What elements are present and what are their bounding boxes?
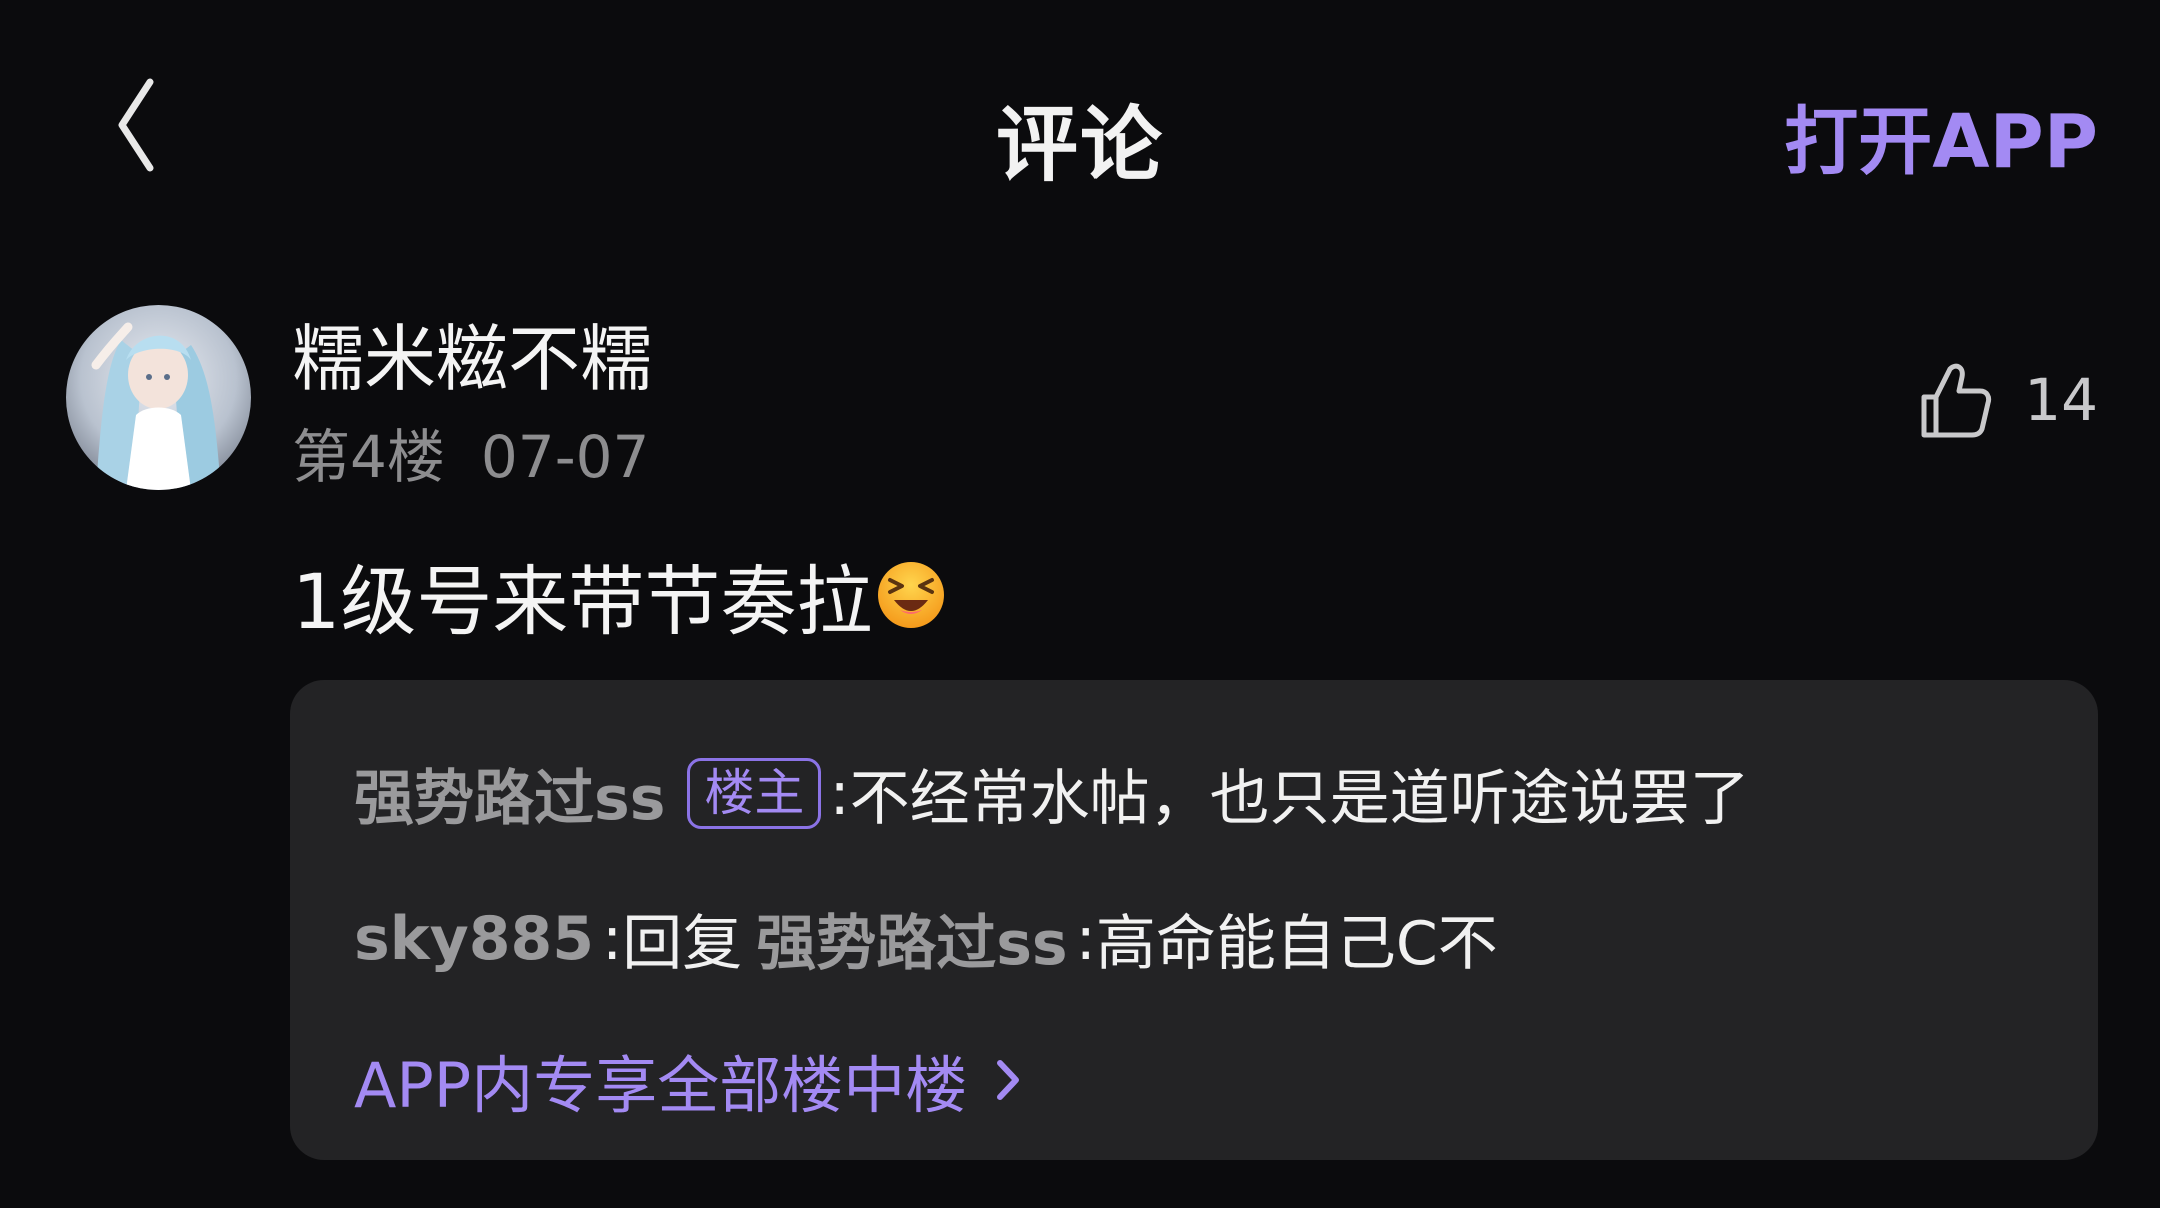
reply-author[interactable]: sky885 [354,904,594,974]
reply-item[interactable]: 强势路过ss 楼主 : 不经常水帖，也只是道听途说罢了 [354,750,1750,837]
reply-item[interactable]: sky885 : 回复 强势路过ss : 高命能自己C不 [354,895,1498,982]
reply-text: 不经常水帖，也只是道听途说罢了 [849,764,1750,834]
grinning-squint-emoji-icon [876,560,946,630]
reply-separator: : [829,758,850,829]
reply-to-author[interactable]: 强势路过ss [756,895,1067,982]
comment-meta: 第4楼 07-07 [292,410,649,494]
comment-username[interactable]: 糯米糍不糯 [292,300,652,405]
open-app-button[interactable]: 打开APP [1784,82,2098,189]
reply-separator: : [1075,903,1096,974]
like-count: 14 [2024,366,2098,434]
reply-author[interactable]: 强势路过ss [354,750,665,837]
comment-screen: 评论 打开APP 糯米糍不糯 第4楼 07-07 14 1级号来带节奏拉 强势路… [0,0,2160,1208]
thumbs-up-icon [1921,363,1992,438]
reply-word: 回复 [622,909,743,979]
avatar[interactable] [66,305,251,490]
comment-date: 07-07 [480,423,650,491]
view-all-replies-label: APP内专享全部楼中楼 [354,1049,968,1122]
comment-body: 1级号来带节奏拉 [292,540,946,650]
op-badge: 楼主 [687,757,822,830]
reply-text: 高命能自己C不 [1095,909,1498,979]
reply-separator: : [601,903,623,974]
floor-number: 第4楼 [292,423,445,491]
view-all-replies-link[interactable]: APP内专享全部楼中楼 [354,1035,1023,1125]
chevron-right-icon [997,1060,1020,1100]
avatar-image [66,305,251,490]
comment-text: 1级号来带节奏拉 [292,557,873,646]
like-button[interactable]: 14 [1916,355,2098,445]
nested-replies-box[interactable]: 强势路过ss 楼主 : 不经常水帖，也只是道听途说罢了 sky885 : 回复 … [290,680,2098,1160]
